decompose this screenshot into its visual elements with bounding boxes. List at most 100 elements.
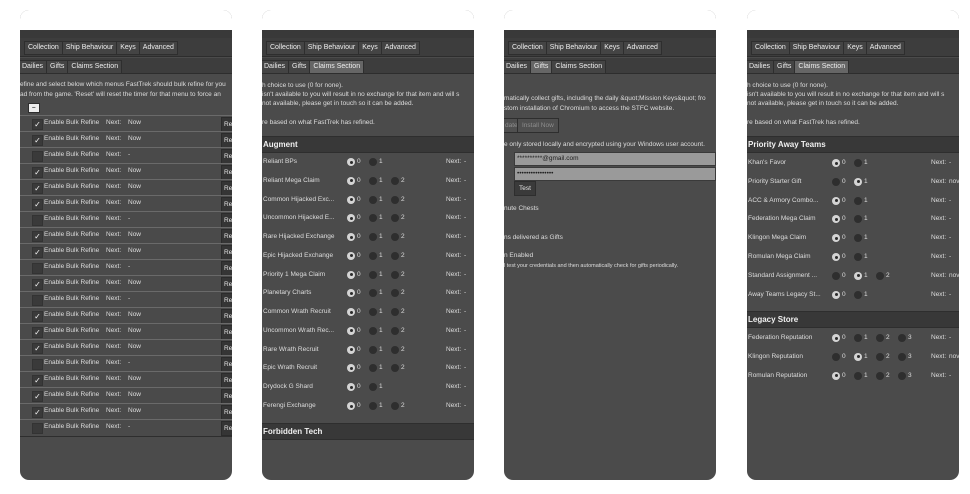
choice-radio[interactable] <box>391 251 399 260</box>
choice-radio[interactable] <box>832 196 840 205</box>
choice-radio[interactable] <box>876 271 884 280</box>
tab-claims-section[interactable]: Claims Section <box>309 60 365 74</box>
choice-radio[interactable] <box>391 345 399 354</box>
choice-radio[interactable] <box>898 334 906 342</box>
tab-ship-behaviour[interactable]: Ship Behaviour <box>545 41 602 55</box>
choice-radio[interactable] <box>876 334 884 342</box>
enable-bulk-refine-checkbox[interactable]: ✓ <box>32 343 43 354</box>
tab-collection[interactable]: Collection <box>266 41 305 55</box>
choice-radio[interactable] <box>347 214 355 223</box>
enable-bulk-refine-checkbox[interactable] <box>32 263 43 274</box>
tab-claims-section[interactable]: Claims Section <box>67 60 123 74</box>
choice-radio[interactable] <box>854 352 862 361</box>
choice-radio[interactable] <box>391 270 399 279</box>
choice-radio[interactable] <box>347 383 355 392</box>
reset-button[interactable]: Res <box>221 277 232 292</box>
enable-bulk-refine-checkbox[interactable]: ✓ <box>32 199 43 210</box>
gift-delivery-option[interactable]: ns delivered as Gifts <box>504 234 563 242</box>
minute-chests-option[interactable]: nute Chests <box>504 205 539 213</box>
choice-radio[interactable] <box>876 352 884 361</box>
tab-dailies[interactable]: Dailies <box>262 60 290 74</box>
enable-bulk-refine-checkbox[interactable]: ✓ <box>32 183 43 194</box>
enable-bulk-refine-checkbox[interactable]: ✓ <box>32 247 43 258</box>
tab-collection[interactable]: Collection <box>508 41 547 55</box>
choice-radio[interactable] <box>854 253 862 261</box>
choice-radio[interactable] <box>347 270 355 279</box>
choice-radio[interactable] <box>369 308 377 317</box>
enable-bulk-refine-checkbox[interactable]: ✓ <box>32 231 43 242</box>
tab-advanced[interactable]: Advanced <box>865 41 905 55</box>
reset-button[interactable]: Res <box>221 309 232 324</box>
choice-radio[interactable] <box>832 215 840 224</box>
tab-gifts[interactable]: Gifts <box>288 60 311 74</box>
choice-radio[interactable] <box>369 158 377 166</box>
choice-radio[interactable] <box>347 233 355 242</box>
choice-radio[interactable] <box>876 371 884 380</box>
reset-button[interactable]: Res <box>221 117 232 132</box>
tab-keys[interactable]: Keys <box>600 41 624 55</box>
enable-bulk-refine-checkbox[interactable]: ✓ <box>32 311 43 322</box>
choice-radio[interactable] <box>832 290 840 299</box>
enable-bulk-refine-checkbox[interactable] <box>32 295 43 306</box>
choice-radio[interactable] <box>391 289 399 298</box>
reset-button[interactable]: Res <box>221 133 232 148</box>
tab-collection[interactable]: Collection <box>751 41 790 55</box>
tab-claims-section[interactable]: Claims Section <box>551 60 607 74</box>
tab-gifts[interactable]: Gifts <box>530 60 553 74</box>
tab-claims-section[interactable]: Claims Section <box>794 60 850 74</box>
choice-radio[interactable] <box>391 195 399 204</box>
choice-radio[interactable] <box>854 196 862 205</box>
enable-bulk-refine-checkbox[interactable] <box>32 359 43 370</box>
enable-bulk-refine-checkbox[interactable]: ✓ <box>32 375 43 386</box>
reset-button[interactable]: Res <box>221 165 232 180</box>
reset-button[interactable]: Res <box>221 373 232 388</box>
choice-radio[interactable] <box>347 289 355 298</box>
choice-radio[interactable] <box>854 177 862 186</box>
choice-radio[interactable] <box>832 271 840 280</box>
choice-radio[interactable] <box>391 364 399 373</box>
reset-button[interactable]: Res <box>221 197 232 212</box>
choice-radio[interactable] <box>347 195 355 204</box>
choice-radio[interactable] <box>347 158 355 166</box>
enable-bulk-refine-checkbox[interactable]: ✓ <box>32 135 43 146</box>
choice-radio[interactable] <box>347 251 355 260</box>
email-field[interactable]: **********@gmail.com <box>514 152 716 166</box>
choice-radio[interactable] <box>854 271 862 280</box>
reset-button[interactable]: Res <box>221 293 232 308</box>
choice-radio[interactable] <box>369 383 377 392</box>
choice-radio[interactable] <box>391 233 399 242</box>
choice-radio[interactable] <box>391 176 399 185</box>
choice-radio[interactable] <box>854 334 862 342</box>
tab-keys[interactable]: Keys <box>116 41 140 55</box>
choice-radio[interactable] <box>854 371 862 380</box>
choice-radio[interactable] <box>369 233 377 242</box>
enable-bulk-refine-checkbox[interactable]: ✓ <box>32 167 43 178</box>
choice-radio[interactable] <box>391 402 399 410</box>
tab-dailies[interactable]: Dailies <box>20 60 48 74</box>
choice-radio[interactable] <box>369 326 377 335</box>
choice-radio[interactable] <box>832 234 840 243</box>
choice-radio[interactable] <box>832 177 840 186</box>
reset-button[interactable]: Res <box>221 181 232 196</box>
tab-gifts[interactable]: Gifts <box>773 60 796 74</box>
choice-radio[interactable] <box>854 234 862 243</box>
password-field[interactable]: •••••••••••••••• <box>514 167 716 181</box>
enable-bulk-refine-checkbox[interactable]: ✓ <box>32 279 43 290</box>
reset-button[interactable]: Res <box>221 421 232 436</box>
tab-gifts[interactable]: Gifts <box>46 60 69 74</box>
choice-radio[interactable] <box>369 176 377 185</box>
tab-keys[interactable]: Keys <box>358 41 382 55</box>
choice-radio[interactable] <box>391 308 399 317</box>
choice-radio[interactable] <box>369 289 377 298</box>
choice-radio[interactable] <box>854 215 862 224</box>
enable-bulk-refine-checkbox[interactable]: ✓ <box>32 327 43 338</box>
tab-keys[interactable]: Keys <box>843 41 867 55</box>
choice-radio[interactable] <box>369 270 377 279</box>
enable-bulk-refine-checkbox[interactable] <box>32 151 43 162</box>
reset-button[interactable]: Res <box>221 389 232 404</box>
reset-button[interactable]: Res <box>221 357 232 372</box>
tab-collection[interactable]: Collection <box>24 41 63 55</box>
choice-radio[interactable] <box>347 364 355 373</box>
choice-radio[interactable] <box>347 402 355 410</box>
reset-button[interactable]: Res <box>221 341 232 356</box>
